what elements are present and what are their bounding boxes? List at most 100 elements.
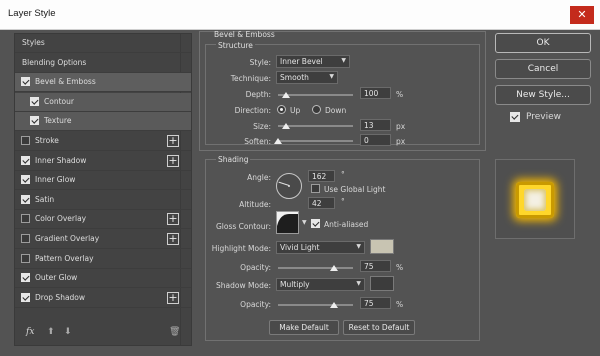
style-item-texture[interactable]: Texture bbox=[15, 112, 191, 132]
style-item-checkbox[interactable] bbox=[21, 136, 30, 145]
technique-select[interactable]: Smooth ▼ bbox=[276, 71, 338, 84]
style-item-satin[interactable]: Satin bbox=[15, 191, 191, 210]
style-label: Style: bbox=[249, 58, 271, 67]
anti-aliased-checkbox[interactable] bbox=[311, 219, 320, 228]
angle-dial[interactable] bbox=[276, 173, 302, 199]
style-item-label: Bevel & Emboss bbox=[35, 77, 96, 87]
soften-slider-thumb[interactable] bbox=[274, 138, 282, 144]
preview-inner-fill bbox=[524, 189, 546, 211]
global-light-label: Use Global Light bbox=[324, 185, 386, 194]
preview-checkbox[interactable] bbox=[510, 112, 520, 122]
global-light-checkbox[interactable] bbox=[311, 184, 320, 193]
style-item-checkbox[interactable] bbox=[30, 96, 39, 106]
shadow-mode-value: Multiply bbox=[280, 280, 310, 289]
altitude-unit: ° bbox=[341, 197, 345, 206]
cancel-button[interactable]: Cancel bbox=[495, 59, 591, 79]
style-item-checkbox[interactable] bbox=[21, 214, 30, 224]
style-select[interactable]: Inner Bevel ▼ bbox=[276, 55, 350, 68]
shadow-opacity-label: Opacity: bbox=[240, 300, 271, 309]
highlight-opacity-track[interactable] bbox=[278, 267, 353, 269]
style-item-blending-options[interactable]: Blending Options bbox=[15, 54, 191, 73]
style-item-styles[interactable]: Styles bbox=[15, 34, 191, 53]
ok-button[interactable]: OK bbox=[495, 33, 591, 53]
style-item-label: Styles bbox=[22, 38, 45, 47]
direction-up-label: Up bbox=[290, 106, 301, 115]
style-item-label: Contour bbox=[44, 96, 74, 106]
style-item-drop-shadow[interactable]: Drop Shadow + bbox=[15, 289, 191, 308]
style-item-inner-glow[interactable]: Inner Glow bbox=[15, 171, 191, 191]
gloss-contour-label: Gloss Contour: bbox=[215, 222, 271, 231]
highlight-mode-value: Vivid Light bbox=[280, 243, 320, 252]
chevron-down-icon: ▼ bbox=[341, 57, 346, 64]
new-style-button[interactable]: New Style... bbox=[495, 85, 591, 105]
highlight-opacity-input[interactable]: 75 bbox=[360, 260, 391, 272]
bevel-emboss-header: Bevel & Emboss bbox=[214, 30, 275, 39]
soften-input[interactable]: 0 bbox=[360, 134, 391, 146]
close-icon[interactable]: ✕ bbox=[570, 6, 594, 24]
depth-input[interactable]: 100 bbox=[360, 87, 391, 99]
highlight-mode-label: Highlight Mode: bbox=[211, 244, 271, 253]
shadow-opacity-input[interactable]: 75 bbox=[360, 297, 391, 309]
add-style-plus-icon[interactable]: + bbox=[167, 291, 179, 304]
style-item-inner-shadow[interactable]: Inner Shadow + bbox=[15, 152, 191, 171]
fx-menu-button[interactable]: fx bbox=[26, 327, 34, 337]
direction-down-radio[interactable] bbox=[312, 105, 321, 114]
move-up-icon[interactable]: ⬆ bbox=[47, 327, 55, 337]
move-down-icon[interactable]: ⬇ bbox=[64, 327, 72, 337]
style-item-bevel-emboss[interactable]: Bevel & Emboss bbox=[15, 73, 191, 93]
add-style-plus-icon[interactable]: + bbox=[167, 154, 179, 167]
shadow-mode-select[interactable]: Multiply ▼ bbox=[276, 278, 365, 291]
reset-default-button[interactable]: Reset to Default bbox=[343, 320, 415, 335]
highlight-opacity-thumb[interactable] bbox=[330, 265, 339, 271]
size-slider-thumb[interactable] bbox=[281, 123, 290, 129]
shadow-color-swatch[interactable] bbox=[370, 276, 394, 291]
style-value: Inner Bevel bbox=[280, 57, 323, 66]
style-item-label: Inner Shadow bbox=[35, 155, 87, 165]
angle-input[interactable]: 162 bbox=[308, 170, 335, 182]
add-style-plus-icon[interactable]: + bbox=[167, 135, 179, 147]
chevron-down-icon[interactable]: ▼ bbox=[302, 219, 307, 226]
style-item-checkbox[interactable] bbox=[21, 194, 30, 204]
add-style-plus-icon[interactable]: + bbox=[167, 233, 179, 245]
depth-slider-thumb[interactable] bbox=[281, 92, 290, 98]
style-item-checkbox[interactable] bbox=[21, 273, 30, 283]
angle-dial-center bbox=[288, 185, 290, 187]
style-item-label: Stroke bbox=[35, 136, 59, 145]
style-item-checkbox[interactable] bbox=[21, 77, 30, 87]
highlight-color-swatch[interactable] bbox=[370, 239, 394, 254]
style-item-checkbox[interactable] bbox=[21, 155, 30, 165]
soften-slider-track[interactable] bbox=[278, 140, 353, 142]
altitude-label: Altitude: bbox=[239, 200, 271, 209]
shadow-opacity-track[interactable] bbox=[278, 304, 353, 306]
shadow-opacity-thumb[interactable] bbox=[330, 302, 339, 308]
style-item-checkbox[interactable] bbox=[21, 175, 30, 185]
angle-label: Angle: bbox=[247, 173, 271, 182]
gloss-contour-picker[interactable] bbox=[276, 211, 299, 234]
chevron-down-icon: ▼ bbox=[356, 243, 361, 250]
direction-up-radio[interactable] bbox=[277, 105, 286, 114]
style-item-checkbox[interactable] bbox=[30, 116, 39, 126]
styles-list: Styles Blending Options Bevel & Emboss Cont… bbox=[14, 33, 192, 346]
style-item-stroke[interactable]: Stroke + bbox=[15, 132, 191, 151]
style-item-pattern-overlay[interactable]: Pattern Overlay bbox=[15, 250, 191, 269]
highlight-opacity-unit: % bbox=[396, 263, 404, 272]
size-input[interactable]: 13 bbox=[360, 119, 391, 131]
style-item-checkbox[interactable] bbox=[21, 253, 30, 263]
structure-title: Structure bbox=[216, 41, 255, 50]
soften-label: Soften: bbox=[244, 137, 271, 146]
highlight-mode-select[interactable]: Vivid Light ▼ bbox=[276, 241, 365, 254]
style-item-outer-glow[interactable]: Outer Glow bbox=[15, 269, 191, 289]
add-style-plus-icon[interactable]: + bbox=[167, 213, 179, 226]
style-item-contour[interactable]: Contour bbox=[15, 92, 191, 112]
style-item-label: Texture bbox=[44, 116, 72, 126]
style-item-checkbox[interactable] bbox=[21, 292, 30, 302]
shading-title: Shading bbox=[216, 155, 251, 164]
shadow-mode-label: Shadow Mode: bbox=[216, 281, 271, 290]
style-item-checkbox[interactable] bbox=[21, 234, 30, 243]
make-default-button[interactable]: Make Default bbox=[269, 320, 339, 335]
style-item-color-overlay[interactable]: Color Overlay + bbox=[15, 210, 191, 230]
trash-icon[interactable]: 🗑 bbox=[169, 327, 180, 337]
altitude-input[interactable]: 42 bbox=[308, 197, 335, 209]
style-item-label: Color Overlay bbox=[35, 214, 87, 224]
style-item-gradient-overlay[interactable]: Gradient Overlay + bbox=[15, 230, 191, 249]
